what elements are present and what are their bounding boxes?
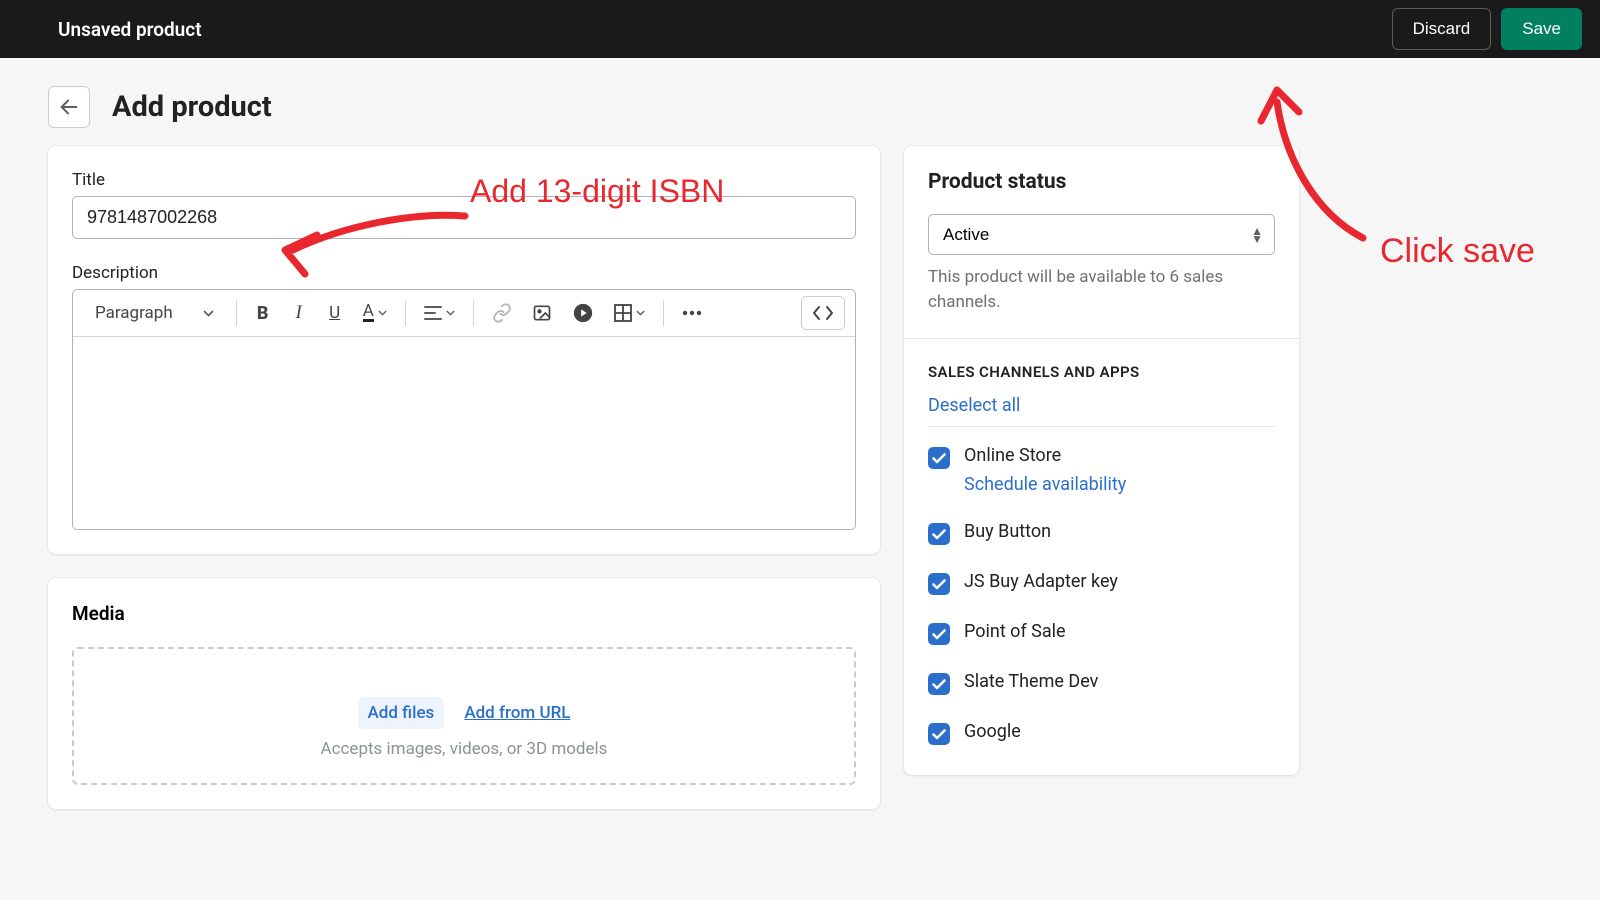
more-icon [682,310,702,316]
channel-checkbox[interactable] [928,447,950,469]
rte-style-label: Paragraph [95,303,173,323]
topbar-title: Unsaved product [58,18,202,41]
media-card: Media Add files Add from URL Accepts ima… [48,578,880,809]
image-button[interactable] [524,296,560,330]
align-left-icon [424,306,442,320]
media-dropzone[interactable]: Add files Add from URL Accepts images, v… [72,647,856,785]
channel-label: Slate Theme Dev [964,671,1275,692]
table-button[interactable] [606,296,653,330]
channel-row: Buy Button [928,521,1275,545]
code-icon [812,305,834,321]
video-button[interactable] [564,296,602,330]
code-view-button[interactable] [801,296,845,330]
save-button[interactable]: Save [1501,8,1582,50]
deselect-all-link[interactable]: Deselect all [928,395,1275,416]
channel-checkbox[interactable] [928,673,950,695]
check-icon [932,679,946,690]
schedule-availability-link[interactable]: Schedule availability [964,474,1275,495]
channel-row: Slate Theme Dev [928,671,1275,695]
check-icon [932,729,946,740]
media-title: Media [72,602,856,625]
annotation-isbn-text: Add 13-digit ISBN [470,173,724,210]
annotation-save-arrow [1255,78,1395,248]
channel-row: Google [928,721,1275,745]
channel-label: Google [964,721,1275,742]
table-icon [614,304,632,322]
bold-icon: B [257,303,269,324]
add-from-url-link[interactable]: Add from URL [464,703,570,723]
status-select[interactable]: Active [928,214,1275,255]
discard-button[interactable]: Discard [1392,8,1492,50]
channel-row: Online Store Schedule availability [928,445,1275,495]
channel-row: JS Buy Adapter key [928,571,1275,595]
italic-icon: I [296,302,302,324]
text-color-icon: A [363,304,374,322]
product-status-card: Product status Active ▲▼ This product wi… [904,146,1299,775]
caret-down-icon [378,310,387,316]
caret-down-icon [446,310,455,316]
image-icon [532,303,552,323]
check-icon [932,529,946,540]
check-icon [932,579,946,590]
channel-label: JS Buy Adapter key [964,571,1275,592]
caret-down-icon [636,310,645,316]
underline-button[interactable]: U [319,296,351,330]
link-icon [492,303,512,323]
align-button[interactable] [416,296,463,330]
annotation-save-text: Click save [1380,232,1535,271]
text-color-button[interactable]: A [355,296,395,330]
more-button[interactable] [674,296,710,330]
italic-button[interactable]: I [283,296,315,330]
arrow-left-icon [58,96,80,118]
page-title: Add product [112,90,272,124]
rte-content-area[interactable] [73,337,855,529]
channel-checkbox[interactable] [928,623,950,645]
channel-label: Buy Button [964,521,1275,542]
check-icon [932,629,946,640]
channel-label: Online Store [964,445,1275,466]
product-details-card: Title Description Paragraph B I U [48,146,880,554]
media-help-text: Accepts images, videos, or 3D models [94,739,834,759]
sales-channels-title: SALES CHANNELS AND APPS [928,363,1275,381]
link-button[interactable] [484,296,520,330]
channel-label: Point of Sale [964,621,1275,642]
channel-checkbox[interactable] [928,723,950,745]
rte-toolbar: Paragraph B I U A [73,290,855,337]
check-icon [932,453,946,464]
back-button[interactable] [48,86,90,128]
add-files-button[interactable]: Add files [358,697,445,729]
product-status-title: Product status [928,170,1275,194]
top-bar: Unsaved product Discard Save [0,0,1600,58]
video-icon [572,302,594,324]
topbar-actions: Discard Save [1392,8,1582,50]
channel-checkbox[interactable] [928,523,950,545]
underline-icon: U [329,303,340,323]
caret-down-icon [203,310,214,317]
title-label: Title [72,170,856,190]
channel-checkbox[interactable] [928,573,950,595]
status-help-text: This product will be available to 6 sale… [928,265,1275,314]
annotation-isbn-arrow [275,210,475,285]
rte-paragraph-dropdown[interactable]: Paragraph [83,297,226,329]
rich-text-editor: Paragraph B I U A [72,289,856,530]
bold-button[interactable]: B [247,296,279,330]
channel-row: Point of Sale [928,621,1275,645]
